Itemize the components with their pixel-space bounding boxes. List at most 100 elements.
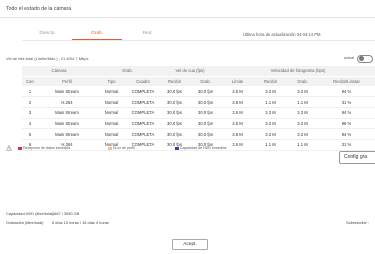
cell-recibir: 30.0 fps	[159, 118, 190, 130]
actual-label: actual	[344, 56, 355, 60]
legend-swatch-blue	[175, 146, 179, 150]
cell-recibir-bps: 3.3 M	[254, 118, 287, 130]
cell-cuadro: COMPLETA	[127, 86, 159, 98]
cell-limite: 3.5 M	[221, 118, 254, 130]
legend-swatch-red	[18, 146, 22, 150]
cell-recibir-bps: 1.1 M	[254, 96, 287, 108]
cell-can: 3	[22, 107, 38, 119]
legend-label: Capacidad de HDD excedida	[180, 146, 227, 150]
config-recording-button[interactable]: Config gra	[339, 151, 375, 164]
accept-button[interactable]: Acept.	[172, 239, 208, 250]
cell-grab: 30.0 fps	[190, 96, 221, 108]
header-limite: Límite	[221, 76, 254, 86]
cell-cuadro: COMPLETA	[127, 128, 159, 140]
cell-ratio: 94 %	[318, 128, 375, 140]
tab-directo[interactable]: Directo	[22, 28, 72, 40]
cell-recibir: 30.0 fps	[159, 128, 190, 140]
hdd-value: 1667 / 3990 GB	[52, 211, 80, 216]
header-grab-bps: Grab.	[287, 76, 318, 86]
header-vel-foto: Velocidad de fotograma (bps)	[221, 66, 375, 77]
actual-toggle[interactable]	[357, 54, 373, 63]
recording-capacity: Grabación (libre/total) 6 días 15 horas …	[6, 220, 109, 225]
recording-status-table: Cámara Grab. Vel de cua (fps) Velocidad …	[22, 66, 375, 151]
cell-tipo: Normal	[96, 118, 127, 130]
page-title: Todo el estado de la cámara	[6, 6, 72, 12]
cell-ratio: 31 %	[318, 139, 375, 151]
header-camara: Cámara	[22, 66, 96, 77]
cell-limite: 3.5 M	[221, 128, 254, 140]
legend-label: Recepción de datos excedida	[23, 146, 71, 150]
table-row: 4 Main Stream Normal COMPLETA 30.0 fps 3…	[22, 118, 375, 130]
cell-limite: 3.5 M	[221, 96, 254, 108]
cell-recibir-bps: 3.3 M	[254, 86, 287, 98]
cell-ratio: 31 %	[318, 96, 375, 108]
cell-recibir: 30.0 fps	[159, 96, 190, 108]
header-vel-cua: Vel de cua (fps)	[159, 66, 221, 77]
cell-recibir-bps: 3.3 M	[254, 128, 287, 140]
header-grab-fps: Grab.	[190, 76, 221, 86]
tabs-divider	[22, 40, 375, 41]
cell-recibir-bps: 3.3 M	[254, 107, 287, 119]
legend-label: Error de perfil	[113, 146, 135, 150]
table-row: 5 Main Stream Normal COMPLETA 30.0 fps 3…	[22, 128, 375, 140]
cell-tipo: Normal	[96, 128, 127, 140]
cell-grab: 30.0 fps	[190, 128, 221, 140]
header-cuadro: Cuadro	[127, 76, 159, 86]
cell-can: 5	[22, 128, 38, 140]
table-row: 3 Main Stream Normal COMPLETA 30.0 fps 3…	[22, 107, 375, 119]
cell-grab-bps: 3.3 M	[287, 86, 318, 98]
table-row: 1 Main Stream Normal COMPLETA 30.0 fps 3…	[22, 86, 375, 98]
cell-recibir-bps: 1.1 M	[254, 139, 287, 151]
tab-bar: Directo Grab. Red	[22, 28, 172, 40]
header-perfil: Perfil	[38, 76, 96, 86]
cell-grab: 30.0 fps	[190, 86, 221, 98]
recording-value: 6 días 15 horas / 16 días 4 horas	[52, 220, 109, 225]
recording-label: Grabación (libre/total)	[6, 220, 44, 225]
warning-icon	[6, 145, 12, 151]
cell-tipo: Normal	[96, 86, 127, 98]
tab-red[interactable]: Red	[122, 28, 172, 40]
hdd-label: Capacidad HDD (libre/total)	[6, 211, 54, 216]
cell-grab: 30.0 fps	[190, 118, 221, 130]
cell-tipo: Normal	[96, 107, 127, 119]
cell-perfil: Main Stream	[38, 128, 96, 140]
cell-can: 2	[22, 96, 38, 108]
cell-cuadro: COMPLETA	[127, 96, 159, 108]
cell-perfil: Main Stream	[38, 118, 96, 130]
cell-grab: 30.0 fps	[190, 107, 221, 119]
divider	[0, 17, 375, 18]
cell-recibir: 30.0 fps	[159, 86, 190, 98]
tab-grab[interactable]: Grab.	[72, 28, 122, 40]
cell-ratio: 94 %	[318, 107, 375, 119]
cell-recibir: 30.0 fps	[159, 107, 190, 119]
last-update-time: Última hora de actualización 04:04:14 PM	[243, 31, 321, 37]
cell-grab-bps: 3.3 M	[287, 107, 318, 119]
header-recibir: Recibir	[159, 76, 190, 86]
header-tipo: Tipo	[96, 76, 127, 86]
cell-can: 4	[22, 118, 38, 130]
cell-cuadro: COMPLETA	[127, 118, 159, 130]
camera-status-panel: Todo el estado de la cámara Directo Grab…	[0, 0, 375, 254]
cell-perfil: Main Stream	[38, 107, 96, 119]
cell-limite: 3.5 M	[221, 107, 254, 119]
legend-swatch-orange	[108, 146, 112, 150]
cell-limite: 3.5 M	[221, 86, 254, 98]
overwrite-label: Sobrescribir :	[346, 220, 369, 225]
cell-perfil: Main Stream	[38, 86, 96, 98]
table-row: 2 H.264 Normal COMPLETA 30.0 fps 30.0 fp…	[22, 96, 375, 108]
toggle-knob	[359, 56, 365, 62]
header-recibir-bps: Recibir	[254, 76, 287, 86]
cell-grab-bps: 3.3 M	[287, 118, 318, 130]
cell-can: 1	[22, 86, 38, 98]
cell-grab-bps: 1.1 M	[287, 96, 318, 108]
cell-ratio: 96 %	[318, 118, 375, 130]
cell-ratio: 94 %	[318, 86, 375, 98]
cell-grab-bps: 1.1 M	[287, 139, 318, 151]
header-can: Can	[22, 76, 38, 86]
cell-tipo: Normal	[96, 96, 127, 108]
cell-perfil: H.264	[38, 96, 96, 108]
total-bitrate: Vel de bits total (Límite/Máx.) : 21.6/9…	[6, 56, 89, 61]
cell-cuadro: COMPLETA	[127, 107, 159, 119]
header-recibir-limitar: Recibir/Limitar	[318, 76, 375, 86]
header-grab: Grab.	[96, 66, 159, 77]
